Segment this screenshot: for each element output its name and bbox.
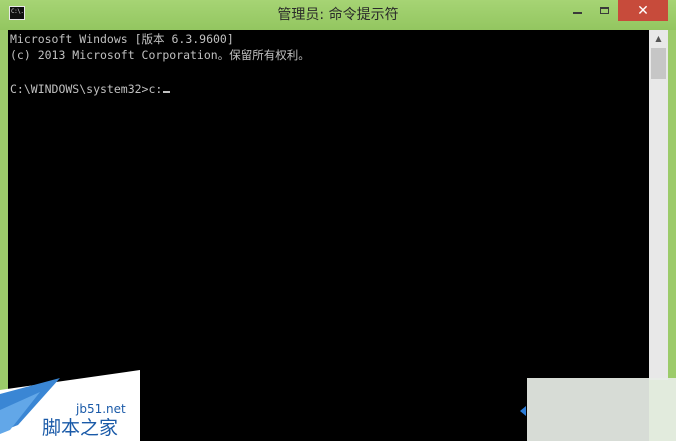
watermark-url: jb51.net [76,402,126,416]
title-bar[interactable]: C:\. 管理员: 命令提示符 ✕ [0,0,676,30]
console-prompt-line[interactable]: C:\WINDOWS\system32>c: [10,82,171,96]
watermark-logo: jb51.net 脚本之家 [0,370,140,441]
overlay-arrow-icon [520,406,526,416]
close-icon: ✕ [637,2,649,19]
scrollbar-thumb[interactable] [651,48,666,79]
console-line-copyright: (c) 2013 Microsoft Corporation。保留所有权利。 [10,48,310,62]
maximize-icon [600,7,609,14]
minimize-icon [572,11,582,14]
watermark-site-name: 脚本之家 [42,417,119,439]
console-line-version: Microsoft Windows [版本 6.3.9600] [10,32,234,46]
vertical-scrollbar[interactable]: ▲ [649,30,668,380]
close-button[interactable]: ✕ [618,0,668,21]
console-prompt-text: C:\WINDOWS\system32>c: [10,82,163,96]
scroll-up-button[interactable]: ▲ [649,30,668,47]
command-prompt-window: C:\. 管理员: 命令提示符 ✕ Microsoft Windows [版本 … [0,0,676,441]
text-cursor [163,91,171,93]
scroll-up-arrow-icon: ▲ [655,34,662,43]
overlay-panel [527,378,676,441]
minimize-button[interactable] [563,0,591,21]
maximize-button[interactable] [591,0,618,21]
